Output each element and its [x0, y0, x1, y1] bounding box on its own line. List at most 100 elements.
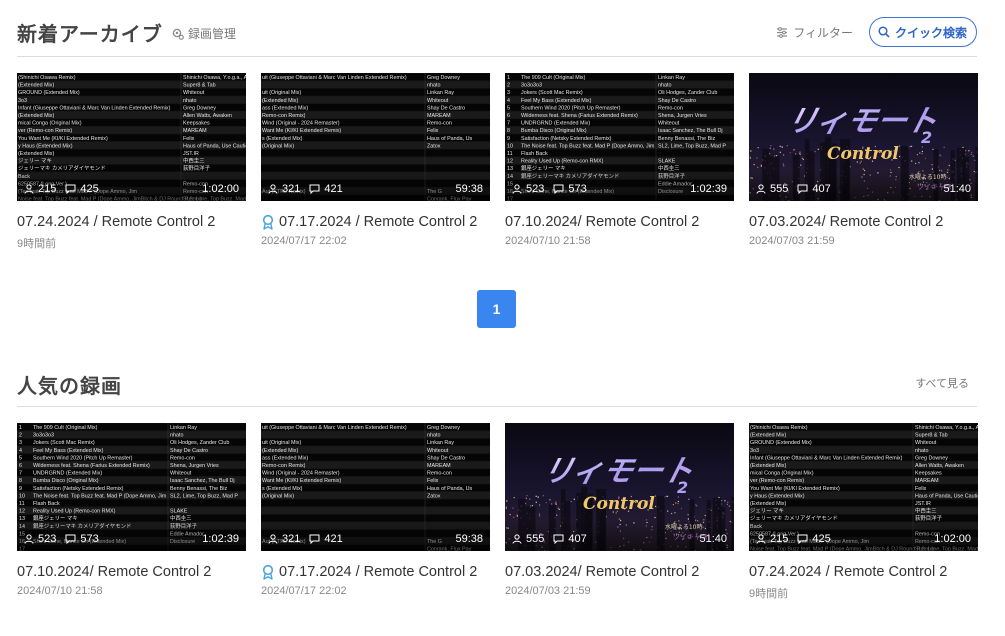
- tracklist-row-num: 4: [507, 98, 510, 104]
- viewers-icon: [24, 184, 34, 194]
- logo-sub: 2: [677, 478, 688, 497]
- video-card[interactable]: (Shinichi Osawa Remix) Shinichi Osawa, Y.…: [749, 423, 978, 601]
- tracklist-row-title: uit (Giuseppe Ottaviani & Marc Van Linde…: [262, 425, 407, 431]
- tracklist-row-artist: nhato: [658, 83, 672, 89]
- video-thumbnail[interactable]: 1 The 909 Cult (Original Mix) Linkan Ray 2 3…: [505, 73, 734, 201]
- video-thumbnail[interactable]: 1 The 909 Cult (Original Mix) Linkan Ray 2 3…: [17, 423, 246, 551]
- tracklist-row-artist: Greg Downey: [915, 455, 948, 461]
- tracklist-row-artist: Linkan Ray: [427, 90, 454, 96]
- tracklist-row-title: You Want Me (KI/KI Extended Remix): [750, 486, 840, 492]
- search-icon: [878, 26, 890, 38]
- video-duration: 1:02:39: [690, 183, 727, 195]
- video-title-text: 07.17.2024 / Remote Control 2: [279, 564, 478, 580]
- tracklist-row-artist: JST.IR: [915, 501, 931, 507]
- popular-section: 人気の録画 すべて見る 1 The 909 Cult (Original Mix)…: [17, 368, 978, 600]
- video-title-text: 07.10.2024/ Remote Control 2: [17, 564, 212, 580]
- tracklist-row-artist: Shena, Jurgen Vries: [170, 463, 219, 469]
- video-title[interactable]: 07.24.2024 / Remote Control 2: [17, 214, 246, 230]
- video-title[interactable]: 07.10.2024/ Remote Control 2: [505, 214, 734, 230]
- tracklist-row-artist: Oli Hodges, Zander Club: [658, 90, 717, 96]
- comments-icon: [65, 534, 76, 544]
- tracklist-row-title: Jokers (Scott Mac Remix): [521, 90, 583, 96]
- video-card[interactable]: 1 The 909 Cult (Original Mix) Linkan Ray 2 3…: [505, 73, 734, 251]
- video-thumbnail[interactable]: リィモート2Control水曜よる10時ツイキャス55540751:40: [749, 73, 978, 201]
- video-thumbnail[interactable]: uit (Giuseppe Ottaviani & Marc Van Linde…: [261, 423, 490, 551]
- video-title-text: 07.24.2024 / Remote Control 2: [749, 564, 948, 580]
- video-date: 2024/07/03 21:59: [505, 585, 591, 597]
- tracklist-row-title: uit (Original Mix): [262, 90, 301, 96]
- viewers-stat: 321: [268, 183, 300, 195]
- popular-divider: [17, 406, 977, 407]
- video-thumbnail[interactable]: uit (Giuseppe Ottaviani & Marc Van Linde…: [261, 73, 490, 201]
- tracklist-row-num: 9: [19, 486, 22, 492]
- video-thumbnail[interactable]: (Shinichi Osawa Remix) Shinichi Osawa, Y.…: [17, 73, 246, 201]
- page-1-button[interactable]: 1: [477, 290, 516, 328]
- viewers-icon: [756, 184, 766, 194]
- logo-title-en: Control: [583, 494, 655, 514]
- viewers-count: 555: [526, 533, 545, 545]
- tracklist-row-title: Infant (Giuseppe Ottaviani & Marc Van Li…: [18, 105, 171, 111]
- video-card[interactable]: リィモート2Control水曜よる10時ツイキャス55540751:40 07.0…: [749, 73, 978, 251]
- video-thumbnail[interactable]: (Shinichi Osawa Remix) Shinichi Osawa, Y.…: [749, 423, 978, 551]
- video-card[interactable]: 1 The 909 Cult (Original Mix) Linkan Ray 2 3…: [17, 423, 246, 601]
- tracklist-row-artist: Shinichi Osawa, Y.o.g.a., Avio: [915, 425, 978, 431]
- tracklist-row-title: Want Me (KI/KI Extended Remix): [262, 128, 341, 134]
- tracklist-row-artist: Keepsakes: [915, 471, 942, 477]
- recording-manage-link[interactable]: 録画管理: [172, 25, 236, 42]
- tracklist-row-title: The Noise feat. Top Buzz feat. Mad P (Do…: [521, 143, 655, 149]
- video-title[interactable]: 07.10.2024/ Remote Control 2: [17, 564, 246, 580]
- video-stats: 555 407: [512, 533, 587, 545]
- video-title[interactable]: 07.17.2024 / Remote Control 2: [261, 564, 490, 580]
- video-title[interactable]: 07.03.2024/ Remote Control 2: [505, 564, 734, 580]
- tracklist-row-artist: JST.IR: [183, 151, 199, 157]
- video-title[interactable]: 07.03.2024/ Remote Control 2: [749, 214, 978, 230]
- tracklist-row-title: ver (Remo-con Remix): [18, 128, 72, 134]
- video-card[interactable]: リィモート2Control水曜よる10時ツイキャス55540751:4007.0…: [505, 423, 734, 601]
- new-archive-header: 新着アーカイブ 録画管理 フィルター クイック検索: [17, 17, 977, 58]
- video-stats: 523 573: [24, 533, 99, 545]
- video-duration: 1:02:00: [934, 533, 971, 545]
- quick-search-button[interactable]: クイック検索: [868, 17, 977, 47]
- video-thumbnail[interactable]: リィモート2Control水曜よる10時ツイキャス55540751:40: [505, 423, 734, 551]
- tracklist-row-artist: Felix: [915, 486, 927, 492]
- tracklist-row-title: 3o3o3o3: [33, 433, 54, 439]
- see-all-link[interactable]: すべて見る: [915, 375, 969, 391]
- tracklist-row-artist: Greg Downey: [183, 105, 216, 111]
- comments-count: 573: [80, 533, 99, 545]
- tracklist-row-artist: Felix: [427, 478, 439, 484]
- video-date: 2024/07/03 21:59: [749, 235, 835, 247]
- video-date: 2024/07/10 21:58: [505, 235, 591, 247]
- tracklist-row-artist: nhato: [170, 433, 184, 439]
- comments-stat: 421: [309, 533, 343, 545]
- tracklist-row-title: GROUND (Extended Mix): [750, 440, 812, 446]
- comments-icon: [553, 534, 564, 544]
- viewers-icon: [756, 534, 766, 544]
- tracklist-row-title: Want Me (KI/KI Extended Remix): [262, 478, 341, 484]
- comments-count: 421: [324, 183, 343, 195]
- tracklist-row-title: mical Conga (Original Mix): [18, 121, 82, 127]
- viewers-stat: 555: [756, 183, 788, 195]
- tracklist-row-artist: Whiteout: [658, 121, 680, 127]
- tracklist-row-title: uit (Original Mix): [262, 440, 301, 446]
- tracklist-row-artist: Shena, Jurgen Vries: [658, 113, 707, 119]
- viewers-count: 215: [38, 183, 57, 195]
- popular-header: 人気の録画 すべて見る: [17, 368, 977, 408]
- tracklist-row-artist: Shay De Castro: [427, 105, 465, 111]
- video-card[interactable]: (Shinichi Osawa Remix) Shinichi Osawa, Y.…: [17, 73, 246, 251]
- tracklist-row-title: Remo-con Remix): [262, 463, 306, 469]
- tracklist-row-title: Remo-con Remix): [262, 113, 306, 119]
- filter-button[interactable]: フィルター: [776, 24, 853, 41]
- comments-count: 421: [324, 533, 343, 545]
- video-duration: 51:40: [699, 533, 727, 545]
- tracklist-row-title: The Noise feat. Top Buzz feat. Mad P (Do…: [33, 493, 167, 499]
- video-title[interactable]: 07.17.2024 / Remote Control 2: [261, 214, 490, 230]
- popular-title: 人気の録画: [17, 374, 122, 398]
- tracklist-row-title: ジェリー マキ: [750, 508, 784, 515]
- video-title[interactable]: 07.24.2024 / Remote Control 2: [749, 564, 978, 580]
- video-card[interactable]: uit (Giuseppe Ottaviani & Marc Van Linde…: [261, 73, 490, 251]
- video-card[interactable]: uit (Giuseppe Ottaviani & Marc Van Linde…: [261, 423, 490, 601]
- tracklist-row-num: 3: [19, 440, 22, 446]
- viewers-count: 523: [526, 183, 545, 195]
- tracklist-row-artist: 中西圭三: [915, 507, 937, 515]
- tracklist-row-title: The 909 Cult (Original Mix): [521, 75, 586, 81]
